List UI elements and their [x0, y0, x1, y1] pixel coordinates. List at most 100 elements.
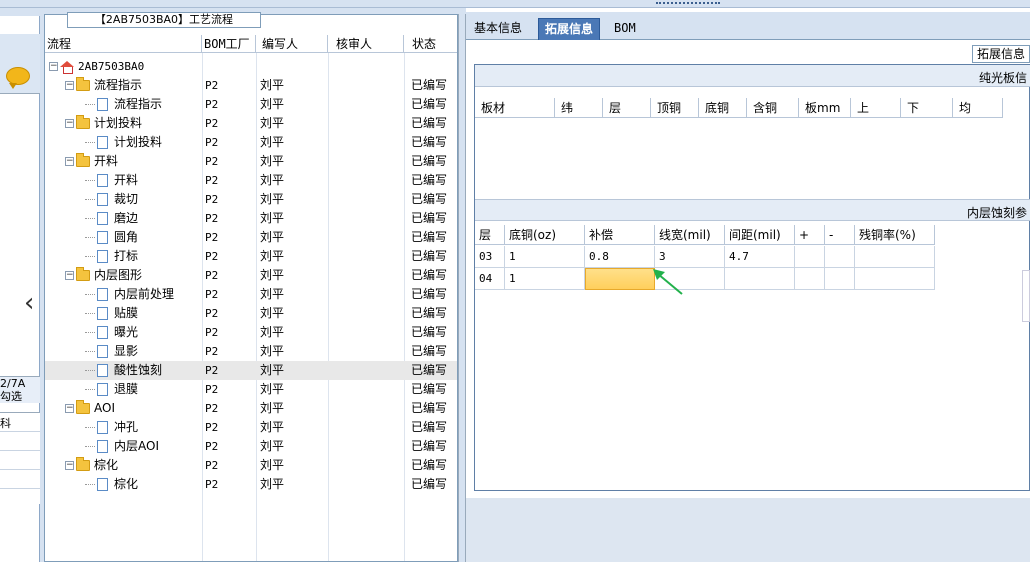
flow-row-name-cell[interactable]: − 流程指示 — [65, 76, 142, 95]
collapse-toggle-icon[interactable]: − — [65, 81, 74, 90]
flow-row[interactable]: 流程指示 P2 刘平 已编写 — [45, 95, 457, 114]
etch-cell-base-copper[interactable]: 1 — [505, 246, 585, 268]
flow-row-name-cell[interactable]: 内层AOI — [85, 437, 159, 456]
etch-cell-plus[interactable] — [795, 246, 825, 268]
flow-row[interactable]: 贴膜 P2 刘平 已编写 — [45, 304, 457, 323]
flow-row-name-cell[interactable]: 圆角 — [85, 228, 138, 247]
etch-cell-spacing[interactable] — [725, 268, 795, 290]
etch-cell-compensation[interactable] — [585, 268, 655, 290]
col-header-flow[interactable]: 流程 — [45, 35, 202, 53]
tab-extended-info[interactable]: 拓展信息 — [538, 18, 601, 40]
flow-row[interactable]: 圆角 P2 刘平 已编写 — [45, 228, 457, 247]
flow-row-name-cell[interactable]: 退膜 — [85, 380, 138, 399]
etch-cell-minus[interactable] — [825, 246, 855, 268]
chevron-left-icon[interactable]: ‹ — [24, 288, 38, 318]
flow-row-name-cell[interactable]: − AOI — [65, 399, 115, 418]
flow-row[interactable]: 裁切 P2 刘平 已编写 — [45, 190, 457, 209]
flow-row-name-cell[interactable]: 贴膜 — [85, 304, 138, 323]
flow-row-name-cell[interactable]: 酸性蚀刻 — [85, 361, 162, 380]
etch-cell-plus[interactable] — [795, 268, 825, 290]
etch-cell-base-copper[interactable]: 1 — [505, 268, 585, 290]
center-right-splitter[interactable] — [458, 14, 466, 562]
board-col-header[interactable]: 顶铜 — [651, 98, 699, 118]
chat-bubble-icon[interactable] — [6, 67, 30, 89]
flow-row-name-cell[interactable]: 计划投料 — [85, 133, 162, 152]
flow-row-name-cell[interactable]: 打标 — [85, 247, 138, 266]
collapse-toggle-icon[interactable]: − — [65, 404, 74, 413]
board-col-header[interactable]: 纬 — [555, 98, 603, 118]
flow-row[interactable]: 酸性蚀刻 P2 刘平 已编写 — [45, 361, 457, 380]
etch-col-header[interactable]: 残铜率(%) — [855, 225, 935, 245]
etch-cell-compensation[interactable]: 0.8 — [585, 246, 655, 268]
flow-row[interactable]: 曝光 P2 刘平 已编写 — [45, 323, 457, 342]
collapse-toggle-icon[interactable]: − — [65, 157, 74, 166]
flow-row-name-cell[interactable]: 内层前处理 — [85, 285, 174, 304]
flow-row[interactable]: − 计划投料 P2 刘平 已编写 — [45, 114, 457, 133]
flow-row-name-cell[interactable]: − 棕化 — [65, 456, 118, 475]
flow-row-name-cell[interactable]: 裁切 — [85, 190, 138, 209]
etch-col-header[interactable]: 层 — [475, 225, 505, 245]
flow-row-name-cell[interactable]: 磨边 — [85, 209, 138, 228]
etch-col-header[interactable]: + — [795, 225, 825, 245]
etch-col-header[interactable]: 补偿 — [585, 225, 655, 245]
flow-row[interactable]: 打标 P2 刘平 已编写 — [45, 247, 457, 266]
board-col-header[interactable]: 板材 — [475, 98, 555, 118]
board-col-header[interactable]: 含铜 — [747, 98, 799, 118]
collapse-toggle-icon[interactable]: − — [65, 271, 74, 280]
flow-row-name-cell[interactable]: − 开料 — [65, 152, 118, 171]
splitter-grip[interactable] — [656, 2, 720, 6]
flow-row[interactable]: − 开料 P2 刘平 已编写 — [45, 152, 457, 171]
flow-row-status: 已编写 — [411, 401, 448, 415]
etch-col-header[interactable]: - — [825, 225, 855, 245]
col-header-author[interactable]: 编写人 — [256, 35, 328, 53]
etch-cell-residual[interactable] — [855, 246, 935, 268]
flow-row[interactable]: 冲孔 P2 刘平 已编写 — [45, 418, 457, 437]
flow-row[interactable]: 棕化 P2 刘平 已编写 — [45, 475, 457, 494]
etch-cell-layer[interactable]: 04 — [475, 268, 505, 290]
etch-col-header[interactable]: 间距(mil) — [725, 225, 795, 245]
flow-row-name-cell[interactable]: 流程指示 — [85, 95, 162, 114]
etch-cell-residual[interactable] — [855, 268, 935, 290]
flow-row-name-cell[interactable]: − 2AB7503BA0 — [49, 57, 144, 76]
etch-col-header[interactable]: 线宽(mil) — [655, 225, 725, 245]
flow-row[interactable]: 开料 P2 刘平 已编写 — [45, 171, 457, 190]
flow-row[interactable]: − 流程指示 P2 刘平 已编写 — [45, 76, 457, 95]
flow-row[interactable]: 退膜 P2 刘平 已编写 — [45, 380, 457, 399]
board-col-header[interactable]: 均 — [953, 98, 1003, 118]
board-col-header[interactable]: 板mm — [799, 98, 851, 118]
flow-row[interactable]: − 棕化 P2 刘平 已编写 — [45, 456, 457, 475]
flow-row[interactable]: 磨边 P2 刘平 已编写 — [45, 209, 457, 228]
tab-basic-info[interactable]: 基本信息 — [468, 18, 528, 40]
flow-row-name-cell[interactable]: − 计划投料 — [65, 114, 142, 133]
flow-row-name-cell[interactable]: 棕化 — [85, 475, 138, 494]
flow-row[interactable]: − 2AB7503BA0 — [45, 57, 457, 76]
flow-row[interactable]: 计划投料 P2 刘平 已编写 — [45, 133, 457, 152]
collapse-toggle-icon[interactable]: − — [65, 461, 74, 470]
etch-cell-minus[interactable] — [825, 268, 855, 290]
board-col-header[interactable]: 下 — [901, 98, 953, 118]
board-col-header[interactable]: 上 — [851, 98, 901, 118]
board-col-header[interactable]: 底铜 — [699, 98, 747, 118]
etch-cell-layer[interactable]: 03 — [475, 246, 505, 268]
flow-row[interactable]: 内层AOI P2 刘平 已编写 — [45, 437, 457, 456]
board-col-header[interactable]: 层 — [603, 98, 651, 118]
col-header-status[interactable]: 状态 — [404, 35, 457, 53]
tab-bom[interactable]: BOM — [608, 18, 642, 40]
flow-row[interactable]: − 内层图形 P2 刘平 已编写 — [45, 266, 457, 285]
etch-col-header[interactable]: 底铜(oz) — [505, 225, 585, 245]
flow-row[interactable]: 内层前处理 P2 刘平 已编写 — [45, 285, 457, 304]
etch-cell-spacing[interactable]: 4.7 — [725, 246, 795, 268]
flow-row-name-cell[interactable]: 曝光 — [85, 323, 138, 342]
flow-row-name-cell[interactable]: 显影 — [85, 342, 138, 361]
col-header-reviewer[interactable]: 核审人 — [328, 35, 404, 53]
col-header-bom[interactable]: BOM工厂 — [202, 35, 256, 53]
flow-row-name-cell[interactable]: 冲孔 — [85, 418, 138, 437]
collapse-toggle-icon[interactable]: − — [65, 119, 74, 128]
flow-row[interactable]: 显影 P2 刘平 已编写 — [45, 342, 457, 361]
flow-row-name-cell[interactable]: 开料 — [85, 171, 138, 190]
flow-row[interactable]: − AOI P2 刘平 已编写 — [45, 399, 457, 418]
sub-tab-extended-info[interactable]: 拓展信息 — [971, 45, 1030, 63]
right-scroll-handle[interactable] — [1022, 270, 1030, 322]
collapse-toggle-icon[interactable]: − — [49, 62, 58, 71]
flow-row-name-cell[interactable]: − 内层图形 — [65, 266, 142, 285]
